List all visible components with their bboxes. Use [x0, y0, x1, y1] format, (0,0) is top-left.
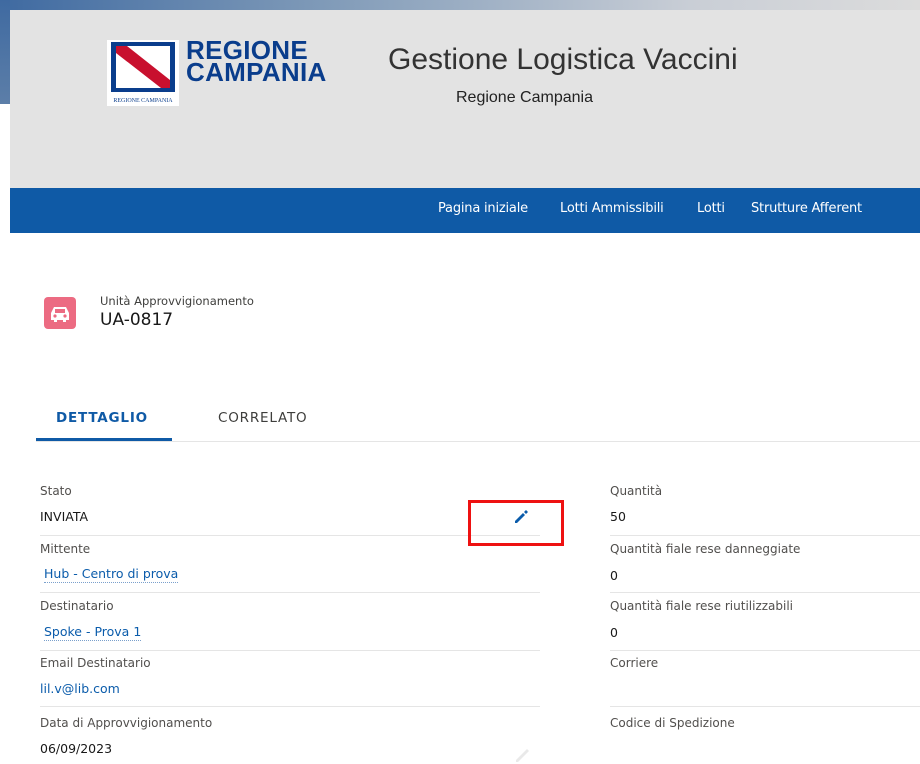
tab-correlato[interactable]: CORRELATO	[218, 410, 307, 426]
field-divider	[40, 592, 540, 593]
logo-line-2: CAMPANIA	[186, 57, 327, 87]
main-navbar: Pagina iniziale Lotti Ammissibili Lotti …	[10, 188, 920, 233]
window-top-strip	[0, 0, 920, 10]
app-subtitle: Regione Campania	[456, 89, 593, 106]
field-divider	[610, 706, 920, 707]
field-value-data-approvvigionamento: 06/09/2023	[40, 741, 113, 756]
logo-caption: REGIONE CAMPANIA	[113, 98, 173, 104]
car-icon	[51, 307, 69, 322]
field-divider	[40, 535, 540, 536]
regione-campania-logo: REGIONE CAMPANIA	[107, 40, 179, 106]
field-label-mittente: Mittente	[40, 542, 91, 556]
app-title: Gestione Logistica Vaccini	[388, 43, 738, 76]
window-left-strip	[0, 0, 10, 104]
faded-pencil-icon	[516, 749, 529, 762]
tab-dettaglio[interactable]: DETTAGLIO	[56, 410, 148, 426]
field-label-fiale-danneggiate: Quantità fiale rese danneggiate	[610, 542, 801, 556]
field-label-email-destinatario: Email Destinatario	[40, 656, 151, 670]
field-label-corriere: Corriere	[610, 656, 659, 670]
logo-wordmark: REGIONE CAMPANIA	[186, 37, 376, 87]
field-link-mittente[interactable]: Hub - Centro di prova	[44, 566, 179, 583]
record-icon-container	[44, 297, 76, 329]
field-value-fiale-danneggiate: 0	[610, 568, 618, 583]
nav-item-pagina-iniziale[interactable]: Pagina iniziale	[438, 201, 528, 216]
field-divider	[610, 650, 920, 651]
field-divider	[40, 706, 540, 707]
field-divider	[610, 592, 920, 593]
field-value-email-destinatario[interactable]: lil.v@lib.com	[40, 681, 120, 696]
field-value-fiale-riutilizzabili: 0	[610, 625, 618, 640]
nav-item-strutture-afferenti[interactable]: Strutture Afferent	[751, 201, 862, 216]
field-divider	[610, 535, 920, 536]
field-label-fiale-riutilizzabili: Quantità fiale rese riutilizzabili	[610, 599, 794, 613]
field-divider	[40, 650, 540, 651]
active-tab-indicator	[36, 438, 172, 441]
field-value-quantita: 50	[610, 509, 626, 524]
highlight-annotation-box	[468, 500, 564, 546]
record-tabs: DETTAGLIO CORRELATO	[36, 392, 920, 442]
nav-item-lotti-ammissibili[interactable]: Lotti Ammissibili	[560, 201, 664, 216]
field-label-stato: Stato	[40, 484, 72, 498]
record-type-label: Unità Approvvigionamento	[100, 294, 254, 308]
field-label-destinatario: Destinatario	[40, 599, 114, 613]
record-name: UA-0817	[100, 310, 174, 330]
field-value-stato: INVIATA	[40, 509, 89, 524]
field-label-data-approvvigionamento: Data di Approvvigionamento	[40, 716, 213, 730]
field-label-codice-spedizione: Codice di Spedizione	[610, 716, 735, 730]
field-link-destinatario[interactable]: Spoke - Prova 1	[44, 624, 142, 641]
field-label-quantita: Quantità	[610, 484, 663, 498]
nav-item-lotti[interactable]: Lotti	[697, 201, 725, 216]
